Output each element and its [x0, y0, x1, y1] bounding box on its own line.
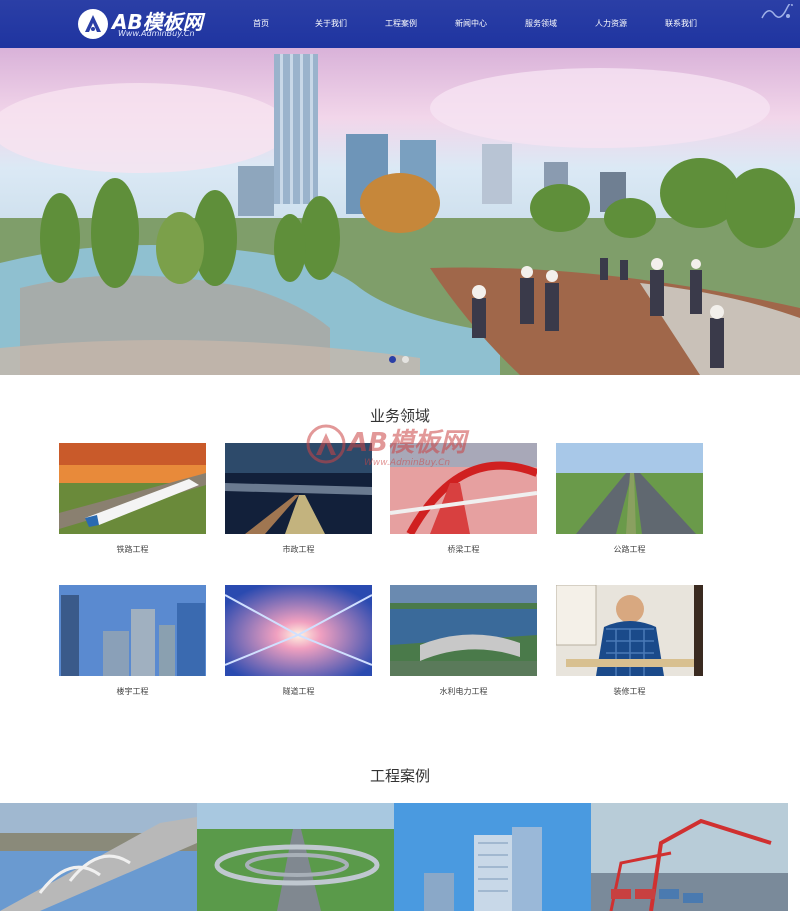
decoration-photo	[556, 585, 703, 676]
dam-photo	[390, 585, 537, 676]
interchange-photo	[197, 803, 394, 911]
service-label: 水利电力工程	[439, 687, 488, 696]
nav-news[interactable]: 新闻中心	[436, 0, 506, 48]
port-crane-photo	[591, 803, 788, 911]
nav-hr[interactable]: 人力资源	[576, 0, 646, 48]
highway-photo	[556, 443, 703, 534]
watermark-a-icon	[306, 424, 346, 464]
service-card-building[interactable]: 楼宇工程	[59, 585, 206, 697]
building-photo	[59, 585, 206, 676]
main-nav: 首页 关于我们 工程案例 新闻中心 服务领域 人力资源 联系我们	[226, 0, 716, 48]
park-scene-illustration	[0, 48, 800, 375]
nav-home[interactable]: 首页	[226, 0, 296, 48]
logo-subtext: Www.AdminBuy.Cn	[118, 29, 195, 38]
service-card-highway[interactable]: 公路工程	[556, 443, 703, 555]
service-label: 楼宇工程	[116, 687, 149, 696]
corner-decoration-icon	[761, 4, 793, 19]
service-label: 铁路工程	[116, 545, 149, 554]
watermark-subtext: Www.AdminBuy.Cn	[364, 458, 451, 468]
tunnel-photo	[225, 585, 372, 676]
service-label: 装修工程	[613, 687, 646, 696]
nav-contact[interactable]: 联系我们	[646, 0, 716, 48]
logo-a-icon	[78, 9, 108, 39]
service-card-railway[interactable]: 铁路工程	[59, 443, 206, 555]
nav-about[interactable]: 关于我们	[296, 0, 366, 48]
cases-title: 工程案例	[369, 767, 430, 785]
carousel-dot-2[interactable]	[402, 356, 409, 363]
service-label: 隧道工程	[282, 687, 315, 696]
nav-services[interactable]: 服务领域	[506, 0, 576, 48]
service-card-decoration[interactable]: 装修工程	[556, 585, 703, 697]
service-label: 桥梁工程	[447, 545, 480, 554]
nav-cases[interactable]: 工程案例	[366, 0, 436, 48]
case-card-2[interactable]	[197, 803, 394, 911]
service-label: 市政工程	[282, 545, 315, 554]
watermark-text: AB模板网	[348, 428, 466, 458]
service-card-hydropower[interactable]: 水利电力工程	[390, 585, 537, 697]
railway-photo	[59, 443, 206, 534]
service-card-tunnel[interactable]: 隧道工程	[225, 585, 372, 697]
watermark-logo: AB模板网 Www.AdminBuy.Cn	[304, 418, 504, 488]
arch-bridge-photo	[0, 803, 197, 911]
tower-photo	[394, 803, 591, 911]
case-card-3[interactable]	[394, 803, 591, 911]
top-header: AB模板网 Www.AdminBuy.Cn 首页 关于我们 工程案例 新闻中心 …	[0, 0, 800, 48]
case-card-4[interactable]	[591, 803, 788, 911]
hero-banner[interactable]	[0, 48, 800, 375]
carousel-dots	[389, 356, 409, 363]
case-card-1[interactable]	[0, 803, 197, 911]
site-logo[interactable]: AB模板网 Www.AdminBuy.Cn	[78, 8, 208, 42]
service-label: 公路工程	[613, 545, 646, 554]
carousel-dot-1[interactable]	[389, 356, 396, 363]
